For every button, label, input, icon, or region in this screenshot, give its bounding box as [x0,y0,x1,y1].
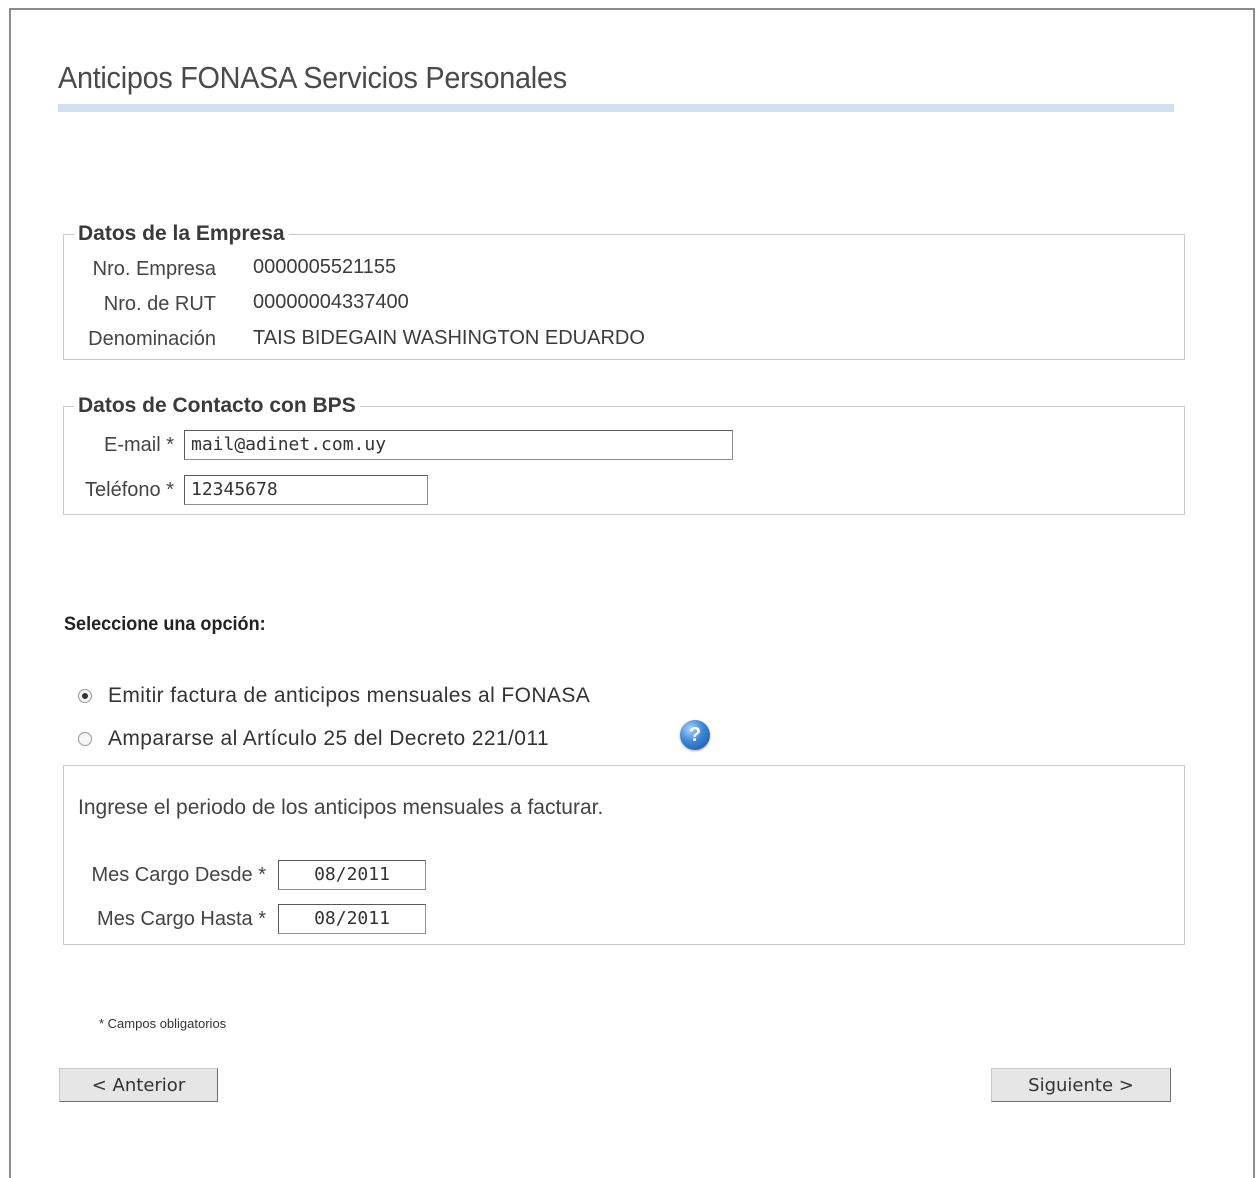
periodo-instruction: Ingrese el periodo de los anticipos mens… [78,796,604,819]
telefono-field[interactable]: 12345678 [184,475,428,505]
anterior-button[interactable]: < Anterior [59,1068,218,1102]
option-articulo-25[interactable]: Ampararse al Artículo 25 del Decreto 221… [78,727,549,751]
title-underline [58,104,1174,112]
telefono-label: Teléfono * [85,479,174,501]
radio-emitir-factura[interactable] [78,689,92,703]
contacto-legend: Datos de Contacto con BPS [78,394,356,417]
email-label: E-mail * [103,434,174,456]
denominacion-label: Denominación [88,328,216,350]
page-title: Anticipos FONASA Servicios Personales [58,60,567,95]
siguiente-button[interactable]: Siguiente > [991,1068,1171,1102]
empresa-legend: Datos de la Empresa [78,222,285,245]
mes-hasta-label: Mes Cargo Hasta * [97,908,266,930]
nro-empresa-label: Nro. Empresa [92,258,216,280]
nro-rut-value: 00000004337400 [253,291,409,313]
required-fields-note: * Campos obligatorios [99,1016,227,1031]
email-field[interactable]: mail@adinet.com.uy [184,430,733,460]
nro-rut-label: Nro. de RUT [103,293,216,315]
mes-desde-field[interactable]: 08/2011 [278,860,426,890]
question-circle-icon[interactable]: ? [680,720,710,750]
mes-desde-label: Mes Cargo Desde * [91,864,266,886]
mes-hasta-field[interactable]: 08/2011 [278,904,426,934]
option-emitir-factura[interactable]: Emitir factura de anticipos mensuales al… [78,684,590,708]
page-frame [9,8,1255,1178]
option-articulo-25-label[interactable]: Ampararse al Artículo 25 del Decreto 221… [108,727,549,751]
option-emitir-factura-label[interactable]: Emitir factura de anticipos mensuales al… [108,684,590,708]
option-prompt: Seleccione una opción: [64,614,266,635]
radio-articulo-25[interactable] [78,732,92,746]
nro-empresa-value: 0000005521155 [253,256,397,278]
denominacion-value: TAIS BIDEGAIN WASHINGTON EDUARDO [253,327,645,349]
